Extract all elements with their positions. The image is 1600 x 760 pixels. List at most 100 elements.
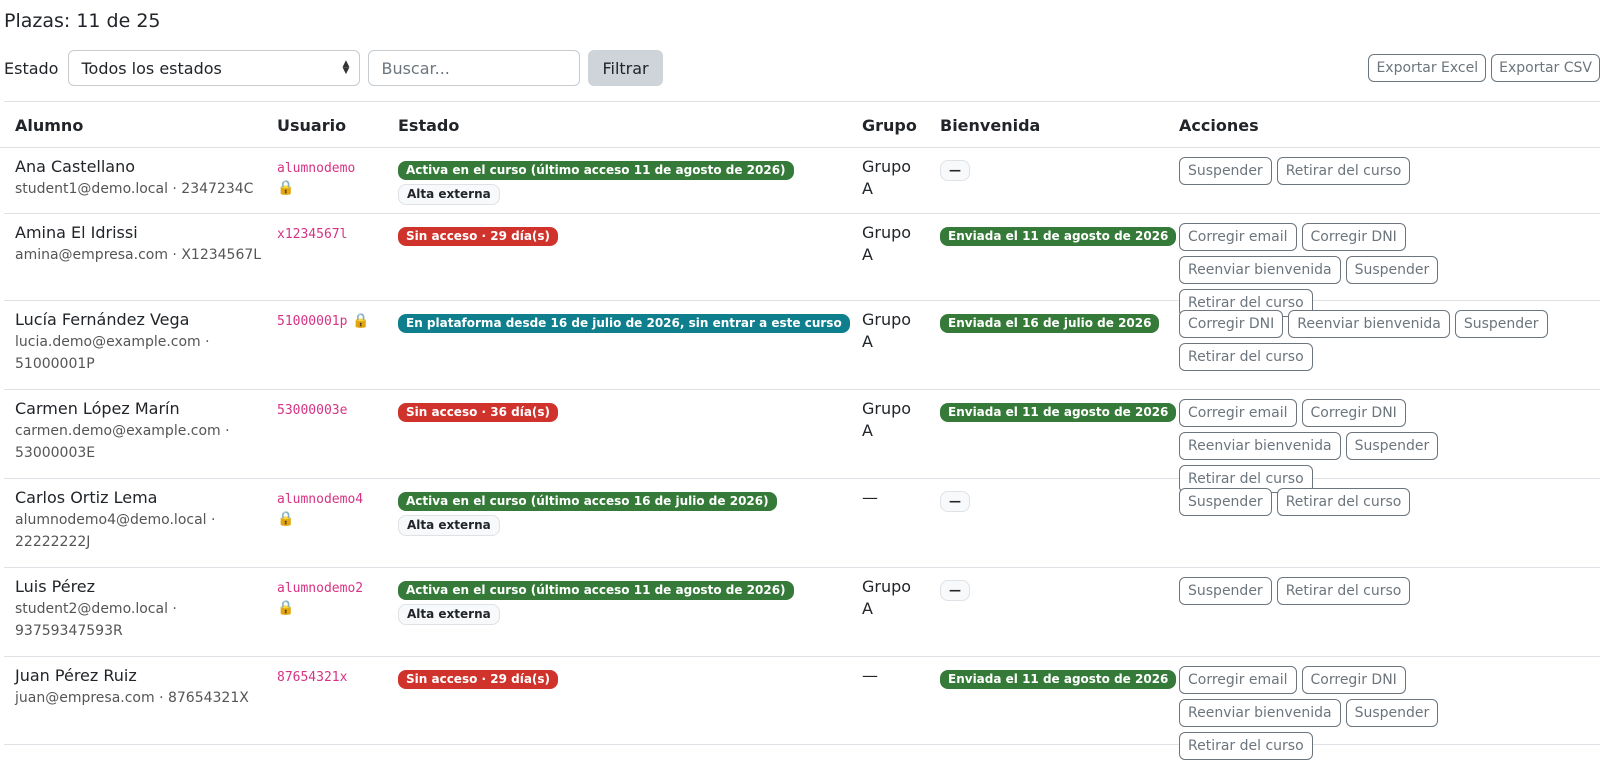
student-name: Carmen López Marín <box>15 399 180 418</box>
filter-button[interactable]: Filtrar <box>588 50 663 86</box>
group-cell: Grupo A <box>862 222 932 266</box>
retirar-del-curso-button[interactable]: Retirar del curso <box>1179 732 1313 760</box>
student-name: Carlos Ortiz Lema <box>15 488 158 507</box>
search-input[interactable]: Buscar... <box>368 50 581 86</box>
retirar-del-curso-button[interactable]: Retirar del curso <box>1276 157 1411 185</box>
welcome-cell: Enviada el 16 de julio de 2026 <box>940 313 1170 333</box>
welcome-cell: — <box>940 580 1170 601</box>
group-cell: — <box>862 487 932 509</box>
external-badge: Alta externa <box>398 515 500 536</box>
reenviar-bienvenida-button[interactable]: Reenviar bienvenida <box>1179 256 1341 284</box>
actions-cell: Corregir DNI Reenviar bienvenida Suspender… <box>1179 310 1559 371</box>
estado-select-value: Todos los estados <box>81 58 222 78</box>
group-name: — <box>862 666 878 685</box>
welcome-cell: Enviada el 11 de agosto de 2026 <box>940 226 1177 246</box>
table-row: Amina El Idrissi amina@empresa.com · X123… <box>4 214 1600 317</box>
group-name: Grupo <box>862 157 912 176</box>
group-name: Grupo <box>862 223 912 242</box>
student-name: Ana Castellano <box>15 157 136 176</box>
welcome-badge: Enviada el 11 de agosto de 2026 <box>940 227 1177 246</box>
group-cell: Grupo A <box>862 156 932 200</box>
username-cell: alumnodemo4 🔒 <box>277 489 392 527</box>
status-cell: Activa en el curso (último acceso 11 de … <box>398 160 858 205</box>
lock-icon: 🔒 <box>277 511 295 527</box>
suspender-button[interactable]: Suspender <box>1179 488 1272 516</box>
student-contact: 93759347593R <box>15 623 123 639</box>
group-cell: Grupo A <box>862 309 932 353</box>
student-name: Amina El Idrissi <box>15 223 138 242</box>
suspender-button[interactable]: Suspender <box>1454 310 1548 338</box>
status-cell: Activa en el curso (último acceso 16 de … <box>398 491 858 536</box>
corregir-email-button[interactable]: Corregir email <box>1179 399 1297 427</box>
actions-cell: Suspender Retirar del curso <box>1179 157 1559 185</box>
external-badge: Alta externa <box>398 184 500 205</box>
student-cell: Lucía Fernández Vega lucia.demo@example.c… <box>15 309 265 375</box>
student-name: Lucía Fernández Vega <box>15 310 190 329</box>
welcome-badge: — <box>940 580 970 601</box>
student-cell: Carmen López Marín carmen.demo@example.co… <box>15 398 265 464</box>
retirar-del-curso-button[interactable]: Retirar del curso <box>1276 577 1411 605</box>
estado-select[interactable]: Todos los estados ▲ ▼ <box>68 50 361 86</box>
retirar-del-curso-button[interactable]: Retirar del curso <box>1276 488 1411 516</box>
seats-counter: Plazas: 11 de 25 <box>4 10 161 32</box>
group-name: — <box>862 488 878 507</box>
lock-icon: 🔒 <box>277 600 295 616</box>
suspender-button[interactable]: Suspender <box>1179 157 1272 185</box>
select-arrows-icon: ▲ ▼ <box>342 59 350 76</box>
corregir-dni-button[interactable]: Corregir DNI <box>1301 399 1406 427</box>
status-badge: Sin acceso · 29 día(s) <box>398 670 559 689</box>
lock-icon: 🔒 <box>352 313 370 329</box>
actions-cell: Suspender Retirar del curso <box>1179 577 1559 605</box>
table-row: Juan Pérez Ruiz juan@empresa.com · 876543… <box>4 657 1600 760</box>
status-badge: Activa en el curso (último acceso 11 de … <box>398 161 794 180</box>
student-contact: 51000001P <box>15 356 95 372</box>
table-row: Carlos Ortiz Lema alumnodemo4@demo.local … <box>4 479 1600 568</box>
actions-cell: Suspender Retirar del curso <box>1179 488 1559 516</box>
export-csv-button[interactable]: Exportar CSV <box>1491 54 1600 82</box>
table-header: Alumno Usuario Estado Grupo Bienvenida A… <box>0 102 1600 148</box>
col-acciones: Acciones <box>1179 116 1259 135</box>
welcome-badge: Enviada el 11 de agosto de 2026 <box>940 403 1177 422</box>
group-cell: Grupo A <box>862 398 932 442</box>
welcome-badge: — <box>940 160 970 181</box>
group-letter: A <box>862 179 873 198</box>
reenviar-bienvenida-button[interactable]: Reenviar bienvenida <box>1179 432 1341 460</box>
retirar-del-curso-button[interactable]: Retirar del curso <box>1179 343 1313 371</box>
student-contact: lucia.demo@example.com · <box>15 334 210 350</box>
suspender-button[interactable]: Suspender <box>1345 256 1439 284</box>
suspender-button[interactable]: Suspender <box>1345 699 1439 727</box>
welcome-cell: Enviada el 11 de agosto de 2026 <box>940 402 1177 422</box>
status-cell: En plataforma desde 16 de julio de 2026,… <box>398 313 858 333</box>
corregir-email-button[interactable]: Corregir email <box>1179 666 1297 694</box>
corregir-dni-button[interactable]: Corregir DNI <box>1301 666 1406 694</box>
table-row: Ana Castellano student1@demo.local · 2347… <box>4 148 1600 214</box>
status-badge: Sin acceso · 36 día(s) <box>398 403 559 422</box>
export-buttons: Exportar Excel Exportar CSV <box>1368 54 1600 82</box>
group-letter: A <box>862 332 873 351</box>
status-badge: Activa en el curso (último acceso 16 de … <box>398 492 777 511</box>
suspender-button[interactable]: Suspender <box>1345 432 1439 460</box>
reenviar-bienvenida-button[interactable]: Reenviar bienvenida <box>1288 310 1450 338</box>
reenviar-bienvenida-button[interactable]: Reenviar bienvenida <box>1179 699 1341 727</box>
corregir-dni-button[interactable]: Corregir DNI <box>1179 310 1284 338</box>
username-cell: x1234567l <box>277 224 392 246</box>
status-cell: Sin acceso · 29 día(s) <box>398 226 858 246</box>
username-cell: 51000001p 🔒 <box>277 311 392 333</box>
status-cell: Sin acceso · 36 día(s) <box>398 402 858 422</box>
username-cell: 53000003e <box>277 400 392 422</box>
student-contact: 53000003E <box>15 445 96 461</box>
group-letter: A <box>862 599 873 618</box>
student-name: Juan Pérez Ruiz <box>15 666 137 685</box>
corregir-email-button[interactable]: Corregir email <box>1179 223 1297 251</box>
corregir-dni-button[interactable]: Corregir DNI <box>1301 223 1406 251</box>
group-name: Grupo <box>862 310 912 329</box>
student-cell: Juan Pérez Ruiz juan@empresa.com · 876543… <box>15 665 265 709</box>
export-excel-button[interactable]: Exportar Excel <box>1368 54 1487 82</box>
student-contact: carmen.demo@example.com · <box>15 423 230 439</box>
welcome-badge: — <box>940 491 970 512</box>
student-contact: 22222222J <box>15 534 91 550</box>
group-cell: — <box>862 665 932 687</box>
lock-icon: 🔒 <box>277 180 295 196</box>
suspender-button[interactable]: Suspender <box>1179 577 1272 605</box>
col-estado: Estado <box>398 116 460 135</box>
